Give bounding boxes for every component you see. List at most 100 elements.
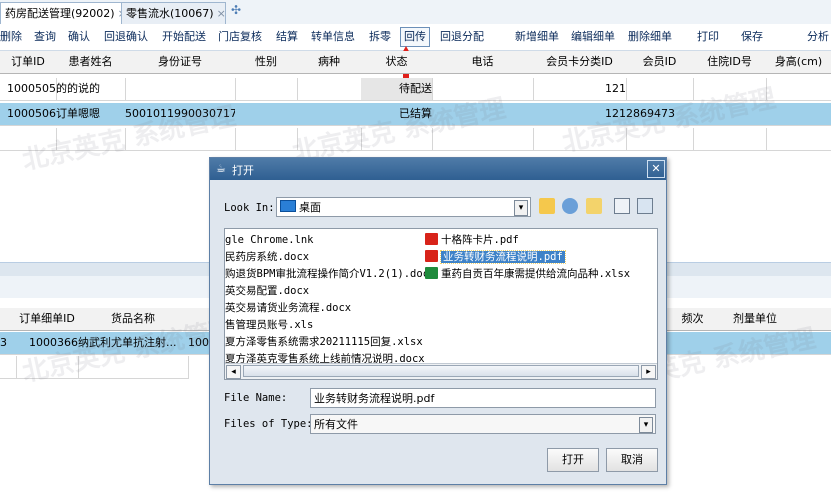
col-frequency[interactable]: 频次 [665, 308, 721, 331]
col-status[interactable]: 状态 [361, 51, 433, 74]
col-product-name[interactable]: 货品名称 [78, 308, 189, 331]
start-delivery-button[interactable]: 开始配送 [162, 24, 206, 50]
file-item[interactable]: 购退货BPM审批流程操作简介V1.2(1).docx [225, 266, 435, 282]
col-dose-unit[interactable]: 剂量单位 [720, 308, 791, 331]
rollback-assign-button[interactable]: 回退分配 [440, 24, 484, 50]
row2-order-id[interactable]: 1000506 [0, 103, 57, 126]
tab-pharmacy-delivery[interactable]: 药房配送管理(92002)× [0, 2, 127, 24]
row2-gender[interactable] [235, 103, 298, 126]
row2-disease[interactable] [297, 103, 362, 126]
row1-card-type[interactable]: 121 [533, 78, 627, 101]
tab-label: 零售流水(10067) [126, 7, 214, 20]
open-button[interactable]: 打开 [547, 448, 599, 472]
row2-member-id[interactable]: 2869473 [626, 103, 694, 126]
close-icon[interactable]: ✕ [647, 160, 665, 178]
col-inpatient-id[interactable]: 住院ID号 [693, 51, 767, 74]
file-type-select[interactable]: 所有文件 ▾ [310, 414, 656, 434]
confirm-button[interactable]: 确认 [68, 24, 90, 50]
up-folder-icon[interactable] [539, 198, 555, 214]
edit-detail-button[interactable]: 编辑细单 [571, 24, 615, 50]
add-tab-icon[interactable]: ✣ [231, 3, 241, 17]
file-item[interactable]: 民药房系统.docx [225, 249, 309, 265]
list-view-icon[interactable] [614, 198, 630, 214]
detail-row-id[interactable]: 1000366 [16, 332, 79, 355]
col-order-id[interactable]: 订单ID [0, 51, 57, 74]
row1-patient-name[interactable]: 的的说的 [56, 78, 126, 101]
look-in-combo[interactable]: 桌面 ▾ [276, 197, 531, 217]
tab-retail-flow[interactable]: 零售流水(10067) × [121, 2, 226, 24]
row1-phone[interactable] [432, 78, 534, 101]
tab-label: 药房配送管理(92002) [5, 7, 115, 20]
empty-cell [235, 128, 298, 151]
detail-row-spec[interactable]: 100m [188, 332, 211, 355]
delete-detail-button[interactable]: 删除细单 [628, 24, 672, 50]
details-view-icon[interactable] [637, 198, 653, 214]
analyze-button[interactable]: 分析 [807, 24, 829, 50]
detail-row-prefix[interactable]: 3 [0, 332, 17, 355]
print-button[interactable]: 打印 [697, 24, 719, 50]
col-spec[interactable] [188, 308, 211, 331]
close-icon[interactable]: × [217, 7, 226, 20]
settle-button[interactable]: 结算 [276, 24, 298, 50]
detail-row-rest[interactable] [665, 332, 831, 355]
delete-button[interactable]: 删除 [0, 24, 22, 50]
col-id-card[interactable]: 身份证号 [125, 51, 236, 74]
scroll-left-icon[interactable]: ◂ [226, 365, 241, 379]
horizontal-scrollbar[interactable]: ◂ ▸ [225, 363, 657, 379]
col-phone[interactable]: 电话 [432, 51, 534, 74]
dialog-title-bar[interactable]: ☕ 打开 ✕ [210, 158, 666, 180]
row2-card-type[interactable]: 121 [533, 103, 627, 126]
row1-inpatient-id[interactable] [693, 78, 767, 101]
row2-id-card[interactable]: 500101199003071770 [125, 103, 236, 126]
open-file-dialog: ☕ 打开 ✕ Look In: 桌面 ▾ gle Chrome.lnk 民药房系… [209, 157, 667, 485]
file-item[interactable]: 英交易请货业务流程.docx [225, 300, 351, 316]
scroll-thumb[interactable] [243, 365, 639, 377]
row2-phone[interactable] [432, 103, 534, 126]
home-icon[interactable] [562, 198, 578, 214]
chevron-down-icon[interactable]: ▾ [514, 200, 528, 216]
col-detail-id[interactable]: 订单细单ID [16, 308, 79, 331]
file-name-input[interactable]: 业务转财务流程说明.pdf [310, 388, 656, 408]
row2-patient-name[interactable]: 订单嗯嗯 [56, 103, 126, 126]
file-item[interactable]: 重药自贡百年康需提供给流向品种.xlsx [425, 266, 630, 282]
row1-gender[interactable] [235, 78, 298, 101]
split-button[interactable]: 拆零 [369, 24, 391, 50]
scroll-right-icon[interactable]: ▸ [641, 365, 656, 379]
empty-cell [0, 356, 17, 379]
new-folder-icon[interactable] [586, 198, 602, 214]
col-extra[interactable] [790, 308, 831, 331]
col-card-type[interactable]: 会员卡分类ID [533, 51, 627, 74]
return-back-button[interactable]: 回传 [400, 27, 430, 47]
col-gender[interactable]: 性别 [235, 51, 298, 74]
detail-row-product[interactable]: 纳武利尤单抗注射... [78, 332, 189, 355]
row1-member-id[interactable] [626, 78, 694, 101]
file-list[interactable]: gle Chrome.lnk 民药房系统.docx 购退货BPM审批流程操作简介… [224, 228, 658, 380]
row1-height[interactable] [766, 78, 831, 101]
transfer-info-button[interactable]: 转单信息 [311, 24, 355, 50]
row1-order-id[interactable]: 1000505 [0, 78, 57, 101]
chevron-down-icon[interactable]: ▾ [639, 417, 653, 433]
col-height[interactable]: 身高(cm) [766, 51, 831, 74]
row1-status[interactable]: 待配送 [361, 78, 433, 101]
add-detail-button[interactable]: 新增细单 [515, 24, 559, 50]
query-button[interactable]: 查询 [34, 24, 56, 50]
file-item-selected[interactable]: 业务转财务流程说明.pdf [425, 249, 566, 265]
rollback-confirm-button[interactable]: 回退确认 [104, 24, 148, 50]
file-item[interactable]: 英交易配置.docx [225, 283, 309, 299]
col-disease[interactable]: 病种 [297, 51, 362, 74]
row1-id-card[interactable] [125, 78, 236, 101]
file-item[interactable]: gle Chrome.lnk [225, 232, 314, 248]
row1-disease[interactable] [297, 78, 362, 101]
file-item[interactable]: 十格阵卡片.pdf [425, 232, 519, 248]
row2-inpatient-id[interactable] [693, 103, 767, 126]
row2-height[interactable] [766, 103, 831, 126]
save-button[interactable]: 保存 [741, 24, 763, 50]
file-item[interactable]: 夏方泽零售系统需求20211115回复.xlsx [225, 334, 423, 350]
file-item[interactable]: 售管理员账号.xls [225, 317, 313, 333]
store-review-button[interactable]: 门店复核 [218, 24, 262, 50]
col-patient-name[interactable]: 患者姓名 [56, 51, 126, 74]
cancel-button[interactable]: 取消 [606, 448, 658, 472]
col-member-id[interactable]: 会员ID [626, 51, 694, 74]
row2-status[interactable]: 已结算 [361, 103, 433, 126]
col-index[interactable] [0, 308, 17, 331]
